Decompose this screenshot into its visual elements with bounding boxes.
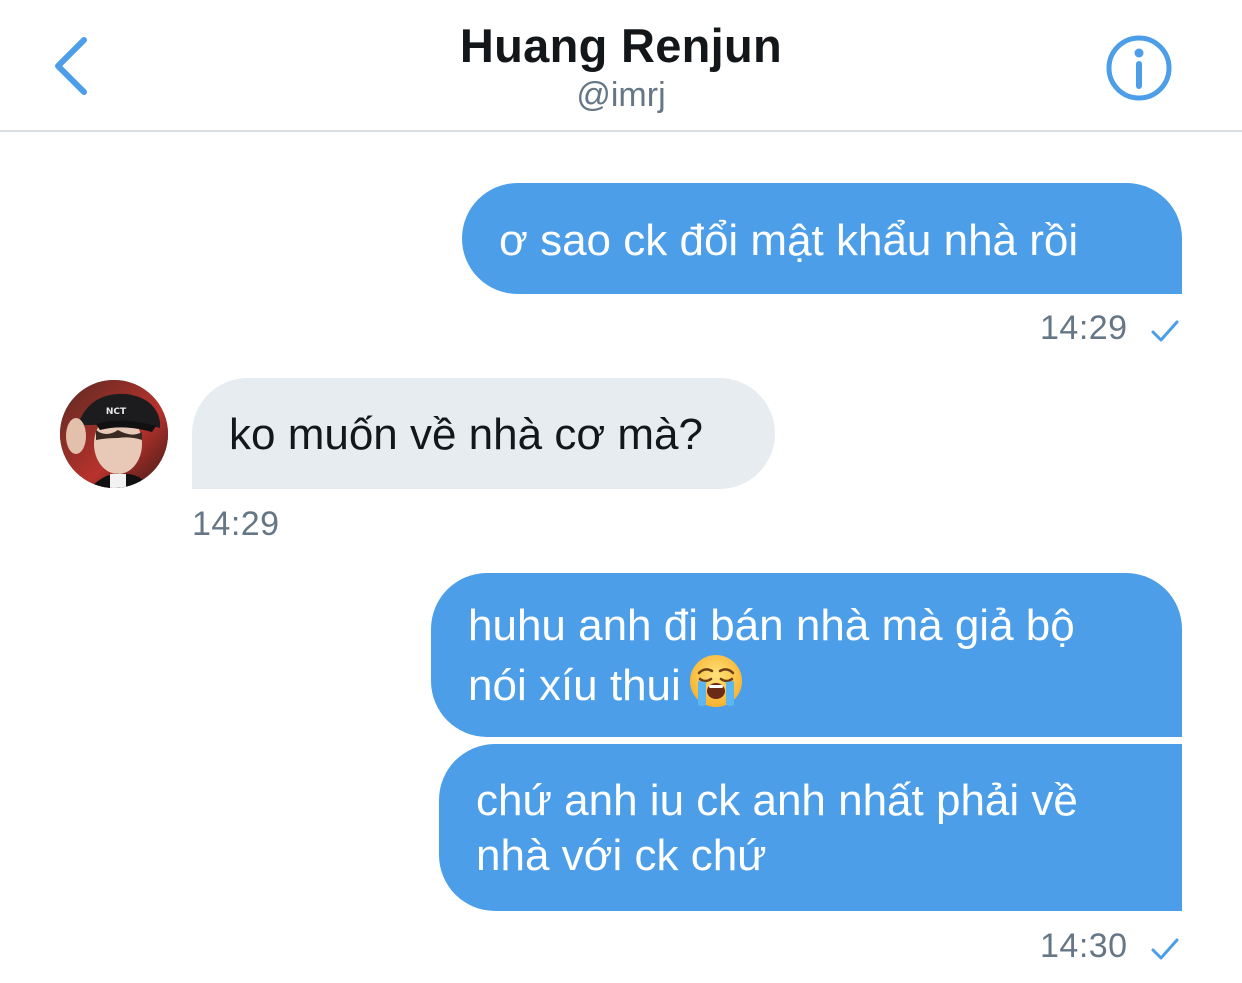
message-text: ko muốn về nhà cơ mà? bbox=[229, 410, 703, 459]
message-timestamp: 14:30 bbox=[1040, 927, 1128, 965]
message-text: ơ sao ck đổi mật khẩu nhà rồi bbox=[499, 216, 1079, 265]
message-text-line: nhà với ck chứ bbox=[476, 831, 767, 880]
info-button[interactable] bbox=[1104, 33, 1174, 103]
message-timestamp: 14:29 bbox=[192, 505, 280, 543]
check-icon bbox=[1151, 938, 1179, 960]
loudly-crying-face-emoji bbox=[687, 653, 745, 722]
message-bubble-outgoing[interactable]: huhu anh đi bán nhà mà giả bộ nói xíu th… bbox=[431, 573, 1182, 737]
message-bubble-incoming[interactable]: ko muốn về nhà cơ mà? bbox=[192, 378, 775, 489]
info-icon bbox=[1106, 35, 1172, 101]
user-avatar[interactable]: NCT bbox=[60, 380, 168, 488]
message-text: nói xíu thui bbox=[468, 661, 681, 710]
conversation-header: Huang Renjun @imrj bbox=[0, 0, 1242, 132]
check-icon bbox=[1151, 320, 1179, 342]
conversation-handle: @imrj bbox=[576, 76, 666, 114]
message-timestamp: 14:29 bbox=[1040, 309, 1128, 347]
message-bubble-outgoing[interactable]: ơ sao ck đổi mật khẩu nhà rồi bbox=[462, 183, 1182, 294]
message-bubble-outgoing[interactable]: chứ anh iu ck anh nhất phải về nhà với c… bbox=[439, 744, 1182, 911]
conversation-title: Huang Renjun bbox=[459, 19, 783, 72]
message-text-line: huhu anh đi bán nhà mà giả bộ bbox=[468, 601, 1075, 650]
message-text-line: nói xíu thui bbox=[468, 653, 1182, 722]
avatar-photo: NCT bbox=[60, 380, 168, 488]
message-text-line: chứ anh iu ck anh nhất phải về bbox=[476, 776, 1078, 825]
svg-text:NCT: NCT bbox=[106, 407, 127, 417]
